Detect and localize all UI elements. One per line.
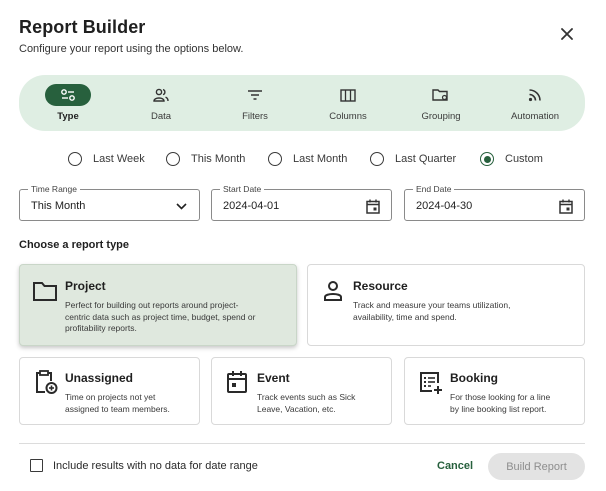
card-title: Project xyxy=(65,279,106,293)
start-date-field[interactable]: Start Date 2024-04-01 xyxy=(211,184,392,221)
card-title: Event xyxy=(257,371,290,385)
tab-type[interactable]: Type xyxy=(24,84,112,124)
include-no-data-checkbox[interactable] xyxy=(30,459,43,472)
radio-circle[interactable] xyxy=(268,152,282,166)
dialog-title: Report Builder xyxy=(19,17,146,37)
calendar-icon[interactable] xyxy=(364,197,382,215)
tab-label: Filters xyxy=(242,111,268,122)
card-title: Resource xyxy=(353,279,408,293)
radio-last-quarter[interactable]: Last Quarter xyxy=(370,152,456,166)
tab-columns[interactable]: Columns xyxy=(304,84,392,124)
radio-circle[interactable] xyxy=(68,152,82,166)
report-card-resource[interactable]: Resource Track and measure your teams ut… xyxy=(307,264,585,346)
close-button[interactable] xyxy=(558,25,576,43)
chevron-down-icon[interactable] xyxy=(172,197,190,215)
card-description: Time on projects not yet assigned to tea… xyxy=(65,392,170,414)
columns-icon xyxy=(325,84,371,106)
card-title: Unassigned xyxy=(65,371,134,385)
card-description: Track events such as Sick Leave, Vacatio… xyxy=(257,392,356,414)
radio-label: This Month xyxy=(191,153,246,165)
footer-divider xyxy=(19,443,585,444)
card-description: Perfect for building out reports around … xyxy=(65,300,256,333)
report-card-unassigned[interactable]: Unassigned Time on projects not yet assi… xyxy=(19,357,200,425)
booking-list-icon xyxy=(418,370,444,396)
radio-label: Last Month xyxy=(293,153,348,165)
tab-label: Grouping xyxy=(421,111,461,122)
tab-label: Data xyxy=(150,111,172,122)
radio-label: Last Week xyxy=(93,153,145,165)
field-value: This Month xyxy=(31,200,86,212)
dialog-subtitle: Configure your report using the options … xyxy=(19,43,244,55)
tab-label: Automation xyxy=(510,111,560,122)
radio-label: Custom xyxy=(505,153,543,165)
people-icon xyxy=(138,84,184,106)
tab-data[interactable]: Data xyxy=(117,84,205,124)
radio-circle[interactable] xyxy=(166,152,180,166)
include-no-data-option[interactable]: Include results with no data for date ra… xyxy=(30,459,258,472)
card-description: Track and measure your teams utilization… xyxy=(353,300,511,322)
radio-this-month[interactable]: This Month xyxy=(166,152,245,166)
step-tabs: Type Data Filters Columns Grouping Autom… xyxy=(19,75,585,131)
field-label: Time Range xyxy=(28,184,80,195)
radio-last-month[interactable]: Last Month xyxy=(268,152,347,166)
build-report-button[interactable]: Build Report xyxy=(488,453,585,480)
checkbox-label: Include results with no data for date ra… xyxy=(53,459,258,472)
card-title: Booking xyxy=(450,371,498,385)
tab-automation[interactable]: Automation xyxy=(491,84,579,124)
calendar-icon[interactable] xyxy=(557,197,575,215)
close-icon xyxy=(561,28,573,40)
field-value: 2024-04-30 xyxy=(416,200,473,212)
radio-circle[interactable] xyxy=(370,152,384,166)
card-description: For those looking for a line by line boo… xyxy=(450,392,551,414)
field-value: 2024-04-01 xyxy=(223,200,280,212)
time-range-select[interactable]: Time Range This Month xyxy=(19,184,200,221)
radio-circle[interactable] xyxy=(480,152,494,166)
filter-icon xyxy=(232,84,278,106)
folder-icon xyxy=(32,279,58,303)
rss-icon xyxy=(512,84,558,106)
clipboard-add-icon xyxy=(33,369,59,395)
report-card-event[interactable]: Event Track events such as Sick Leave, V… xyxy=(211,357,392,425)
radio-label: Last Quarter xyxy=(395,153,457,165)
date-range-options: Last Week This Month Last Month Last Qua… xyxy=(0,152,606,170)
field-label: Start Date xyxy=(220,184,265,195)
radio-last-week[interactable]: Last Week xyxy=(68,152,145,166)
report-type-heading: Choose a report type xyxy=(19,239,130,251)
end-date-field[interactable]: End Date 2024-04-30 xyxy=(404,184,585,221)
folder-settings-icon xyxy=(418,84,464,106)
report-card-booking[interactable]: Booking For those looking for a line by … xyxy=(404,357,585,425)
type-toggle-icon xyxy=(45,84,91,106)
tab-label: Columns xyxy=(329,111,367,122)
cancel-button[interactable]: Cancel xyxy=(437,460,473,472)
person-icon xyxy=(322,279,344,303)
tab-label: Type xyxy=(57,111,79,122)
field-label: End Date xyxy=(413,184,455,195)
tab-grouping[interactable]: Grouping xyxy=(397,84,485,124)
radio-custom[interactable]: Custom xyxy=(480,152,543,166)
calendar-event-icon xyxy=(225,370,249,394)
report-card-project[interactable]: Project Perfect for building out reports… xyxy=(19,264,297,346)
tab-filters[interactable]: Filters xyxy=(211,84,299,124)
